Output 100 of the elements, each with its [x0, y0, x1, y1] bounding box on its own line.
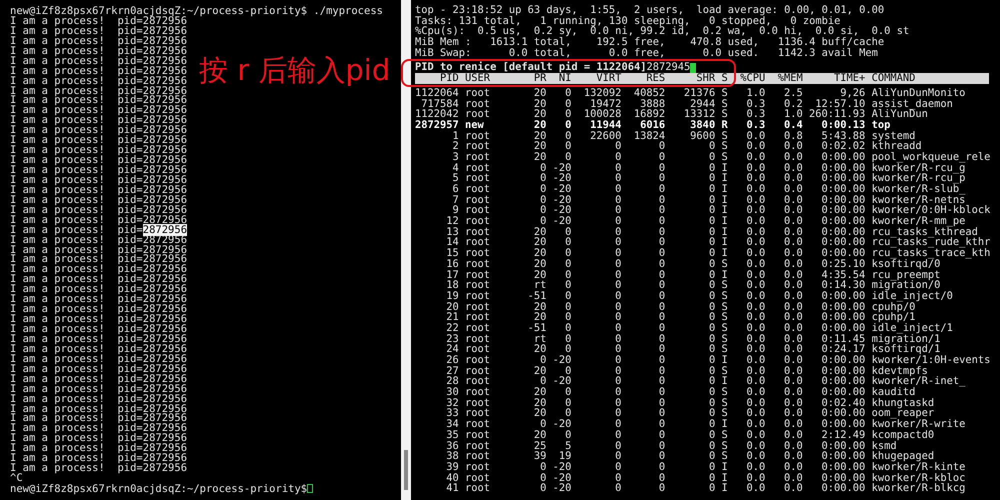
table-cell-text: 0	[708, 248, 716, 259]
table-cell-text: 19	[445, 290, 459, 302]
table-cell-text: rcu_preempt	[870, 270, 940, 280]
table-cell-text: root	[464, 462, 492, 473]
table-cell-text: 0	[708, 462, 716, 473]
table-cell-text: 6016	[639, 120, 666, 131]
table-cell-text: S	[720, 312, 728, 323]
table-cell-text: 0	[614, 366, 622, 376]
table-cell-text: 0	[658, 355, 666, 366]
table-cell-text: 0	[564, 430, 572, 440]
table-cell-text: 0.0	[782, 173, 803, 184]
table-cell-text: 20	[532, 109, 546, 120]
table-cell-text: root	[464, 226, 492, 238]
table-cell-text: 0	[614, 216, 622, 227]
table-cell-text: 20	[532, 430, 546, 440]
table-cell-text: 0	[565, 408, 572, 420]
table-cell-text: 0	[658, 483, 666, 494]
table-cell-text: 0	[708, 322, 716, 334]
shell-prompt: new@iZf8z8psx67rkrn0acjdsqZ:~/process-priority$	[10, 483, 308, 495]
table-cell-text: 22600	[589, 130, 622, 142]
table-cell-text: 0.0	[745, 472, 766, 484]
table-cell-text: 0	[564, 152, 572, 163]
pid-value: 2872956	[142, 283, 188, 296]
table-cell-text: 13312	[682, 109, 716, 120]
output-text: I am a process! pid=	[10, 94, 143, 106]
table-cell-text: idle_inject/0	[870, 290, 953, 302]
table-cell-text: 11944	[589, 120, 622, 131]
table-cell-text: 3840	[689, 120, 716, 131]
table-cell-text: -20	[552, 483, 572, 494]
table-cell-text: 0	[658, 237, 666, 248]
output-text: I am a process! pid=	[10, 24, 143, 37]
table-cell-text: 0.0	[745, 141, 766, 152]
table-cell-text: root	[464, 88, 492, 98]
table-cell-text: 0.0	[782, 141, 803, 152]
table-cell-text: 20	[532, 98, 546, 110]
table-cell-text: root	[464, 302, 492, 312]
table-cell-text: I	[720, 162, 728, 174]
output-text: I am a process! pid=	[10, 273, 143, 286]
table-cell-text: I	[720, 205, 728, 216]
pid-value: 2872956	[142, 392, 188, 405]
table-cell-text: 0.0	[745, 152, 766, 163]
table-cell-text: rcu_tasks_trace_kth	[870, 248, 990, 259]
table-cell-text: 38	[445, 451, 459, 462]
output-text: I am a process! pid=	[10, 362, 143, 375]
table-cell-text: 0:02.02	[820, 141, 866, 152]
output-text: I am a process! pid=	[10, 303, 143, 316]
table-cell-text: -20	[552, 376, 572, 388]
table-cell-text: 20	[532, 344, 546, 355]
table-cell-text: 0	[564, 248, 572, 259]
pid-value: 2872956	[142, 234, 188, 246]
table-cell-text: oom_reaper	[870, 408, 934, 420]
table-cell-text: I	[720, 483, 728, 494]
output-text: I am a process! pid=	[10, 412, 143, 424]
renice-input[interactable]: 2872945	[646, 62, 690, 74]
pid-value: 2872956	[142, 14, 188, 27]
table-cell-text: 0.0	[782, 216, 803, 227]
table-cell-text: 0	[658, 312, 666, 323]
pid-value: 2872956	[142, 323, 188, 335]
column-header: PR	[532, 73, 546, 84]
pid-value: 2872956	[142, 204, 188, 216]
table-cell-text: 6	[452, 184, 459, 195]
output-text: I am a process! pid=	[10, 164, 143, 176]
table-cell-text: 0.0	[745, 376, 766, 388]
table-cell-text: 20	[532, 141, 546, 152]
table-cell-text: 0	[658, 280, 666, 291]
table-cell-text: 0	[708, 237, 716, 248]
table-cell-text: S	[720, 290, 728, 302]
table-cell-text: S	[720, 398, 728, 408]
table-cell-text: I	[720, 462, 728, 473]
pid-value: 2872956	[142, 214, 188, 226]
table-cell-text: 0.0	[782, 194, 803, 206]
table-cell-text: 0	[658, 194, 666, 206]
table-cell-text: 7	[452, 194, 459, 206]
table-cell-text: rcu_tasks_rude_kthr	[870, 237, 990, 248]
table-cell-text: root	[464, 355, 492, 366]
table-cell-text: 0	[564, 322, 572, 334]
table-cell-text: kworker/R-mm_pe	[870, 216, 966, 227]
table-cell-text: 0	[658, 173, 666, 184]
table-cell-text: 0	[614, 376, 622, 388]
table-cell-text: 0:00.00	[820, 162, 866, 174]
table-cell-text: I	[720, 216, 728, 227]
table-cell-text: 0.0	[782, 152, 803, 163]
table-cell-text: 0.0	[745, 290, 766, 302]
table-cell-text: S	[720, 302, 728, 312]
table-cell-text: 0.0	[782, 334, 803, 344]
table-cell-text: 0:00.00	[820, 440, 866, 452]
table-cell-text: 0.0	[745, 440, 766, 452]
table-cell-text: 0	[564, 387, 572, 398]
table-cell-text: 15	[445, 248, 459, 259]
table-cell-text: kworker/R-netns	[870, 194, 966, 206]
table-cell-text: 16	[445, 258, 459, 270]
table-cell-text: 0:00.00	[820, 205, 866, 216]
column-header: RES	[645, 73, 666, 84]
table-cell-text: 0:00.00	[820, 483, 866, 494]
table-cell-text: 20	[532, 366, 546, 376]
table-cell-text: 22	[445, 322, 459, 334]
table-cell-text: 0.0	[782, 344, 803, 355]
table-cell-text: 5:43.88	[820, 130, 866, 142]
table-cell-text: 0:00.00	[820, 355, 866, 366]
table-cell-text: 0	[614, 302, 622, 312]
